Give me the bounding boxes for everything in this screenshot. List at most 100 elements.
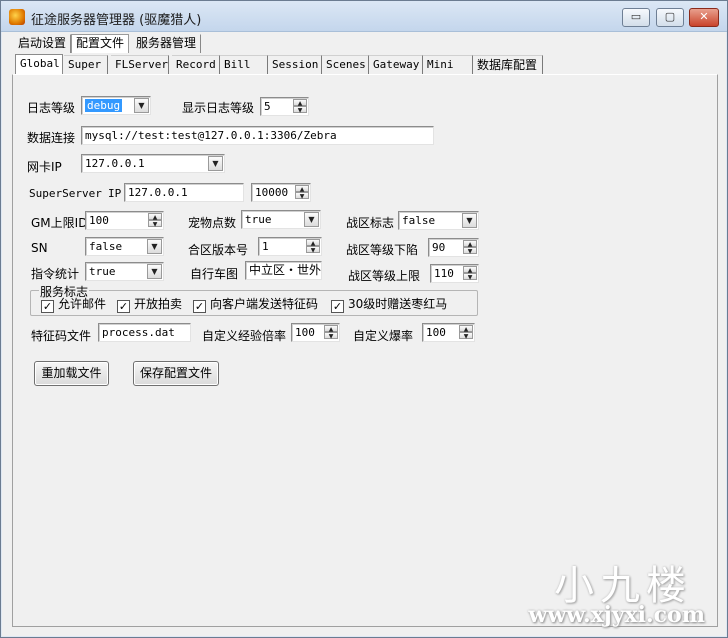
spin-arrows-icon[interactable]: ▲ ▼ (463, 240, 477, 255)
close-button[interactable]: ✕ (689, 8, 719, 27)
nic-ip-label: 网卡IP (27, 160, 62, 174)
pet-points-label: 宠物点数 (188, 216, 237, 230)
allow-mail-label: 允许邮件 (58, 297, 107, 311)
merge-version-label: 合区版本号 (188, 243, 249, 257)
spin-arrows-icon[interactable]: ▲ ▼ (295, 185, 309, 200)
minimize-button[interactable]: ▭ (622, 8, 650, 27)
nic-ip-value: 127.0.0.1 (85, 157, 145, 170)
sn-label: SN (31, 241, 48, 255)
war-zone-min-level-value: 90 (432, 241, 446, 254)
watermark-url: www.xjyxi.com (528, 602, 705, 628)
display-log-level-stepper[interactable]: 5 ▲ ▼ (260, 97, 309, 116)
maximize-button[interactable]: ▢ (656, 8, 684, 27)
war-zone-min-level-label: 战区等级下陷 (346, 243, 419, 257)
tab-super[interactable]: Super (64, 55, 108, 74)
cmd-stats-label: 指令统计 (31, 267, 80, 281)
checkmark-icon[interactable]: ✓ (41, 300, 54, 313)
tab-startup-settings[interactable]: 启动设置 (13, 34, 72, 53)
spin-arrows-icon[interactable]: ▲ ▼ (463, 266, 477, 281)
log-level-value: debug (85, 99, 123, 112)
war-zone-flag-value: false (402, 214, 436, 227)
open-auction-label: 开放拍卖 (134, 297, 183, 311)
cmd-stats-select[interactable]: true ▼ (85, 262, 164, 281)
war-zone-min-level-stepper[interactable]: 90 ▲ ▼ (428, 238, 479, 257)
tab-config-files[interactable]: 配置文件 (71, 34, 130, 53)
drop-rate-label: 自定义爆率 (353, 329, 414, 343)
chevron-down-icon[interactable]: ▼ (147, 264, 162, 279)
open-auction-checkbox[interactable]: ✓ 开放拍卖 (117, 297, 182, 313)
spin-arrows-icon[interactable]: ▲ ▼ (148, 213, 162, 228)
send-feature-code-label: 向客户端发送特征码 (210, 297, 319, 311)
superserver-port-stepper[interactable]: 10000 ▲ ▼ (251, 183, 311, 202)
gm-max-id-value: 100 (89, 214, 109, 227)
reload-file-button[interactable]: 重加载文件 (34, 361, 109, 386)
feature-file-value: process.dat (102, 326, 175, 339)
tab-record[interactable]: Record (172, 55, 220, 74)
nic-ip-select[interactable]: 127.0.0.1 ▼ (81, 154, 225, 173)
spin-arrows-icon[interactable]: ▲ ▼ (459, 325, 473, 340)
tab-bill[interactable]: Bill (220, 55, 268, 74)
war-zone-max-level-value: 110 (434, 267, 454, 280)
exp-rate-value: 100 (295, 326, 315, 339)
tab-gateway[interactable]: Gateway (369, 55, 423, 74)
top-tab-bar: 启动设置 配置文件 服务器管理 (1, 32, 727, 53)
exp-rate-stepper[interactable]: 100 ▲ ▼ (291, 323, 340, 342)
display-log-level-value: 5 (264, 100, 271, 113)
cmd-stats-value: true (89, 265, 116, 278)
spin-arrows-icon[interactable]: ▲ ▼ (306, 239, 320, 254)
tab-session[interactable]: Session (268, 55, 322, 74)
gm-max-id-label: GM上限ID (31, 216, 88, 230)
bike-map-input[interactable]: 中立区・世外 (245, 261, 322, 280)
app-window: 征途服务器管理器 (驱魔猎人) ▭ ▢ ✕ 启动设置 配置文件 服务器管理 Gl… (0, 0, 728, 638)
gift-horse-label: 30级时赠送枣红马 (348, 297, 448, 311)
war-zone-flag-label: 战区标志 (346, 216, 395, 230)
spin-arrows-icon[interactable]: ▲ ▼ (324, 325, 338, 340)
tab-database-config[interactable]: 数据库配置 (473, 55, 543, 74)
drop-rate-value: 100 (426, 326, 446, 339)
gm-max-id-stepper[interactable]: 100 ▲ ▼ (85, 211, 164, 230)
war-zone-max-level-label: 战区等级上限 (348, 269, 421, 283)
chevron-down-icon[interactable]: ▼ (147, 239, 162, 254)
drop-rate-stepper[interactable]: 100 ▲ ▼ (422, 323, 475, 342)
db-connection-label: 数据连接 (27, 131, 76, 145)
pet-points-select[interactable]: true ▼ (241, 210, 321, 229)
chevron-down-icon[interactable]: ▼ (134, 98, 149, 113)
config-tab-bar: Global Super FLServer Record Bill Sessio… (1, 54, 727, 75)
tab-scenes[interactable]: Scenes (322, 55, 369, 74)
log-level-label: 日志等级 (27, 101, 76, 115)
tab-global[interactable]: Global (15, 54, 63, 75)
db-connection-input[interactable]: mysql://test:test@127.0.0.1:3306/Zebra (81, 126, 434, 145)
chevron-down-icon[interactable]: ▼ (462, 213, 477, 228)
allow-mail-checkbox[interactable]: ✓ 允许邮件 (41, 297, 106, 313)
chevron-down-icon[interactable]: ▼ (208, 156, 223, 171)
spin-arrows-icon[interactable]: ▲ ▼ (293, 99, 307, 114)
merge-version-value: 1 (262, 240, 269, 253)
app-icon (9, 9, 25, 25)
save-config-button[interactable]: 保存配置文件 (133, 361, 219, 386)
sn-select[interactable]: false ▼ (85, 237, 164, 256)
merge-version-stepper[interactable]: 1 ▲ ▼ (258, 237, 322, 256)
tab-mini[interactable]: Mini (423, 55, 473, 74)
pet-points-value: true (245, 213, 272, 226)
bike-map-value: 中立区・世外 (249, 263, 322, 277)
checkmark-icon[interactable]: ✓ (117, 300, 130, 313)
checkmark-icon[interactable]: ✓ (331, 300, 344, 313)
exp-rate-label: 自定义经验倍率 (202, 329, 287, 343)
war-zone-max-level-stepper[interactable]: 110 ▲ ▼ (430, 264, 479, 283)
chevron-down-icon[interactable]: ▼ (304, 212, 319, 227)
log-level-select[interactable]: debug ▼ (81, 96, 151, 115)
sn-value: false (89, 240, 123, 253)
war-zone-flag-select[interactable]: false ▼ (398, 211, 479, 230)
display-log-level-label: 显示日志等级 (182, 101, 255, 115)
checkmark-icon[interactable]: ✓ (193, 300, 206, 313)
tab-server-management[interactable]: 服务器管理 (131, 34, 202, 53)
tab-flserver[interactable]: FLServer (111, 55, 169, 74)
superserver-port-value: 10000 (255, 186, 289, 199)
send-feature-code-checkbox[interactable]: ✓ 向客户端发送特征码 (193, 297, 318, 313)
gift-horse-checkbox[interactable]: ✓ 30级时赠送枣红马 (331, 297, 447, 313)
window-title: 征途服务器管理器 (驱魔猎人) (31, 13, 202, 28)
superserver-label: SuperServer (29, 187, 102, 200)
superserver-ip-value: 127.0.0.1 (128, 186, 188, 199)
superserver-ip-input[interactable]: 127.0.0.1 (124, 183, 244, 202)
feature-file-input[interactable]: process.dat (98, 323, 191, 342)
